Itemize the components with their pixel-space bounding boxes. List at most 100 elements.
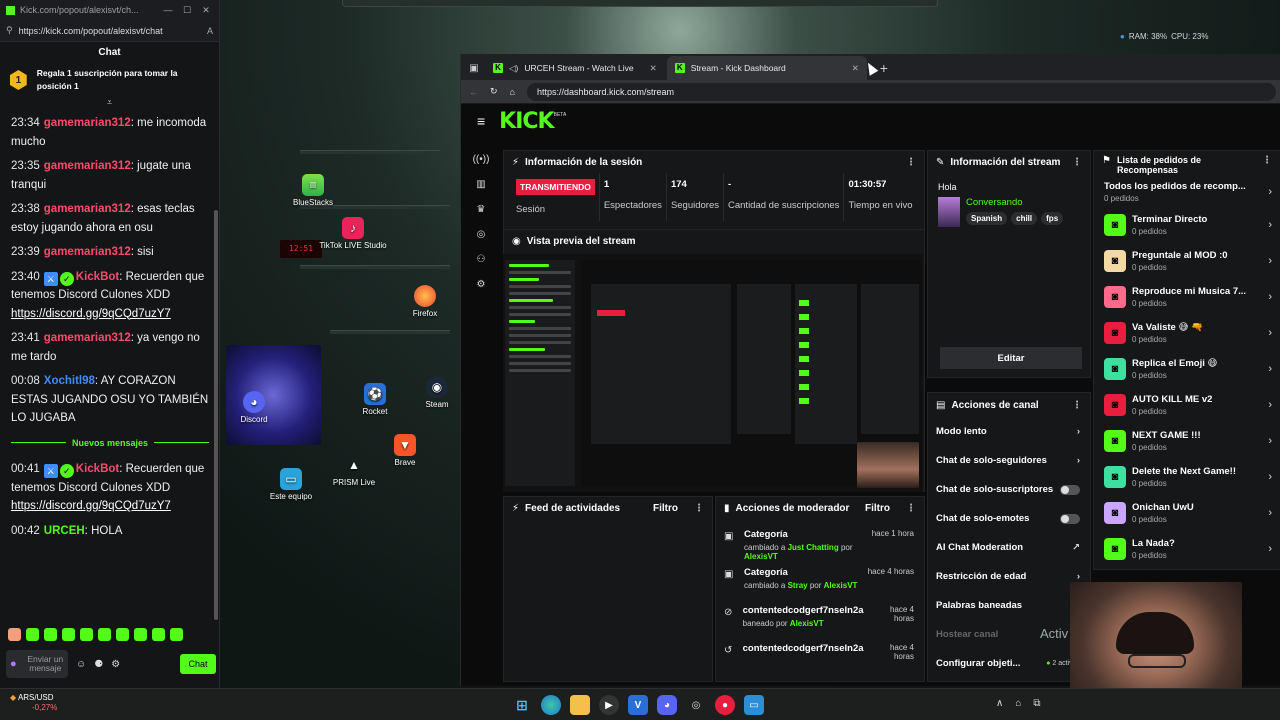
reload-icon[interactable]: ↻: [490, 86, 498, 97]
message-username[interactable]: gamemarian312: [44, 117, 131, 129]
kick-logo[interactable]: KICK: [499, 109, 554, 134]
hamburger-menu-icon[interactable]: ≡: [477, 113, 485, 129]
channel-action-item[interactable]: AI Chat Moderation ↗: [928, 533, 1090, 562]
desktop-icon-rocket[interactable]: ⚽ Rocket: [340, 383, 410, 416]
emote-icon[interactable]: [62, 628, 75, 641]
obs-icon[interactable]: ◎: [686, 695, 706, 715]
reward-item[interactable]: ◙ Delete the Next Game!! 0 pedidos ›: [1094, 459, 1280, 495]
channel-action-item[interactable]: Restricción de edad ›: [928, 562, 1090, 591]
media-player-icon[interactable]: ▶: [599, 695, 619, 715]
desktop-icon-firefox[interactable]: Firefox: [390, 285, 460, 318]
emote-icon[interactable]: [98, 628, 111, 641]
collapse-chevron-icon[interactable]: ⩡: [0, 96, 219, 108]
mod-action-item[interactable]: ▣ Categoría cambiado a Stray por AlexisVT h…: [716, 563, 924, 601]
close-tab-icon[interactable]: ✕: [852, 63, 859, 74]
more-options-icon[interactable]: ⋮: [906, 157, 916, 168]
back-arrow-icon[interactable]: ←: [469, 87, 478, 97]
pinned-gift-banner[interactable]: 1 Regala 1 suscripción para tomar la pos…: [0, 64, 219, 96]
desktop-icon-discord[interactable]: ◕ Discord: [219, 391, 289, 424]
tab-dashboard[interactable]: K Stream - Kick Dashboard ✕: [666, 56, 867, 80]
tray-chevron-icon[interactable]: ∧: [996, 698, 1003, 709]
reward-item[interactable]: ◙ Replica el Emoji 😄 0 pedidos ›: [1094, 351, 1280, 387]
message-username[interactable]: gamemarian312: [44, 332, 131, 344]
reward-item[interactable]: ◙ Reproduce mi Musica 7... 0 pedidos ›: [1094, 279, 1280, 315]
record-icon[interactable]: ●: [715, 695, 735, 715]
currency-ticker[interactable]: ◆ ARS/USD -0,27%: [10, 693, 57, 713]
message-username[interactable]: KickBot: [76, 463, 119, 475]
emote-icon[interactable]: [26, 628, 39, 641]
desktop-icon-bluestacks[interactable]: ≡ BlueStacks: [278, 174, 348, 207]
settings-gear-icon[interactable]: ⚙: [477, 279, 486, 290]
tab-watch-live[interactable]: K ◁) URCEH Stream - Watch Live ✕: [485, 56, 665, 80]
message-username[interactable]: gamemarian312: [44, 160, 131, 172]
more-options-icon[interactable]: ⋮: [1072, 157, 1082, 168]
emote-icon[interactable]: [152, 628, 165, 641]
reward-item[interactable]: ◙ NEXT GAME !!! 0 pedidos ›: [1094, 423, 1280, 459]
mod-action-item[interactable]: ▣ Categoría cambiado a Just Chatting por A…: [716, 525, 924, 563]
emoji-icon[interactable]: ☺: [76, 659, 86, 670]
reward-item[interactable]: ◙ AUTO KILL ME v2 0 pedidos ›: [1094, 387, 1280, 423]
detail-target[interactable]: Stray: [788, 581, 808, 590]
tab-actions-icon[interactable]: ▣: [465, 56, 483, 80]
minimize-icon[interactable]: —: [161, 5, 175, 15]
filter-button[interactable]: Filtro: [865, 503, 890, 514]
speaker-icon[interactable]: ◁): [509, 63, 518, 74]
maximize-icon[interactable]: ☐: [180, 5, 194, 16]
more-options-icon[interactable]: ⋮: [906, 503, 916, 514]
file-explorer-icon[interactable]: [570, 695, 590, 715]
message-link[interactable]: https://discord.gg/9qCQd7uzY7: [11, 500, 171, 512]
trophy-icon[interactable]: ♛: [477, 204, 486, 215]
mod-action-item[interactable]: ⊘ contentedcodgerf7nseln2a baneado por Ale…: [716, 601, 924, 639]
toggle-switch[interactable]: [1060, 513, 1080, 524]
message-username[interactable]: URCEH: [44, 525, 85, 537]
mic-icon[interactable]: ●: [10, 658, 17, 670]
message-username[interactable]: Xochitl98: [44, 375, 95, 387]
windows-start-icon[interactable]: ⊞: [512, 695, 532, 715]
detail-target[interactable]: AlexisVT: [790, 619, 824, 628]
reward-item[interactable]: ◙ Terminar Directo 0 pedidos ›: [1094, 207, 1280, 243]
remote-desktop-icon[interactable]: ▭: [744, 695, 764, 715]
channel-action-item[interactable]: Palabras baneadas: [928, 591, 1090, 620]
reward-item[interactable]: ◙ Onichan UwU 0 pedidos ›: [1094, 495, 1280, 531]
channel-action-item[interactable]: Modo lento ›: [928, 417, 1090, 446]
channel-action-item[interactable]: Chat de solo-suscriptores: [928, 475, 1090, 504]
stream-broadcast-icon[interactable]: ((•)): [473, 154, 490, 165]
message-username[interactable]: gamemarian312: [44, 246, 131, 258]
discord-taskbar-icon[interactable]: ◕: [657, 695, 677, 715]
settings-gear-icon[interactable]: ⚙: [111, 659, 120, 670]
poll-icon[interactable]: ⚈: [94, 659, 103, 670]
emote-icon[interactable]: [170, 628, 183, 641]
more-options-icon[interactable]: ⋮: [1262, 155, 1272, 166]
address-bar[interactable]: https://dashboard.kick.com/stream: [526, 82, 1276, 101]
emote-icon[interactable]: [44, 628, 57, 641]
toggle-switch[interactable]: [1060, 484, 1080, 495]
close-tab-icon[interactable]: ✕: [650, 63, 657, 74]
more-options-icon[interactable]: ⋮: [1072, 400, 1082, 411]
emote-icon[interactable]: [8, 628, 21, 641]
detail-user[interactable]: AlexisVT: [824, 581, 858, 590]
vscode-icon[interactable]: V: [628, 695, 648, 715]
emote-icon[interactable]: [116, 628, 129, 641]
close-icon[interactable]: ✕: [199, 5, 213, 16]
emote-icon[interactable]: [134, 628, 147, 641]
message-link[interactable]: https://discord.gg/9qCQd7uzY7: [11, 308, 171, 320]
emote-icon[interactable]: [80, 628, 93, 641]
detail-target[interactable]: Just Chatting: [788, 543, 839, 552]
reward-item[interactable]: ◙ La Nada? 0 pedidos ›: [1094, 531, 1280, 567]
home-icon[interactable]: ⌂: [510, 87, 515, 97]
read-aloud-icon[interactable]: A: [207, 26, 213, 36]
filter-button[interactable]: Filtro: [653, 503, 678, 514]
chat-message-input[interactable]: ● Enviar un mensaje: [6, 650, 68, 678]
app-tray-icon[interactable]: ⧉: [1033, 698, 1040, 709]
chat-scrollbar[interactable]: [214, 210, 218, 620]
more-options-icon[interactable]: ⋮: [694, 503, 704, 514]
desktop-icon-tiktok[interactable]: ♪ TikTok LIVE Studio: [318, 217, 388, 250]
channel-action-item[interactable]: Configurar objeti... ● 2 activas: [928, 649, 1090, 678]
detail-user[interactable]: AlexisVT: [744, 552, 778, 561]
channel-action-item[interactable]: Chat de solo-seguidores ›: [928, 446, 1090, 475]
edge-icon[interactable]: [541, 695, 561, 715]
edit-stream-button[interactable]: Editar: [940, 347, 1082, 369]
network-icon[interactable]: ⌂: [1015, 698, 1021, 709]
mod-action-item[interactable]: ↺ contentedcodgerf7nseln2a hace 4 horas: [716, 639, 924, 677]
moderation-icon[interactable]: ◎: [477, 229, 486, 240]
